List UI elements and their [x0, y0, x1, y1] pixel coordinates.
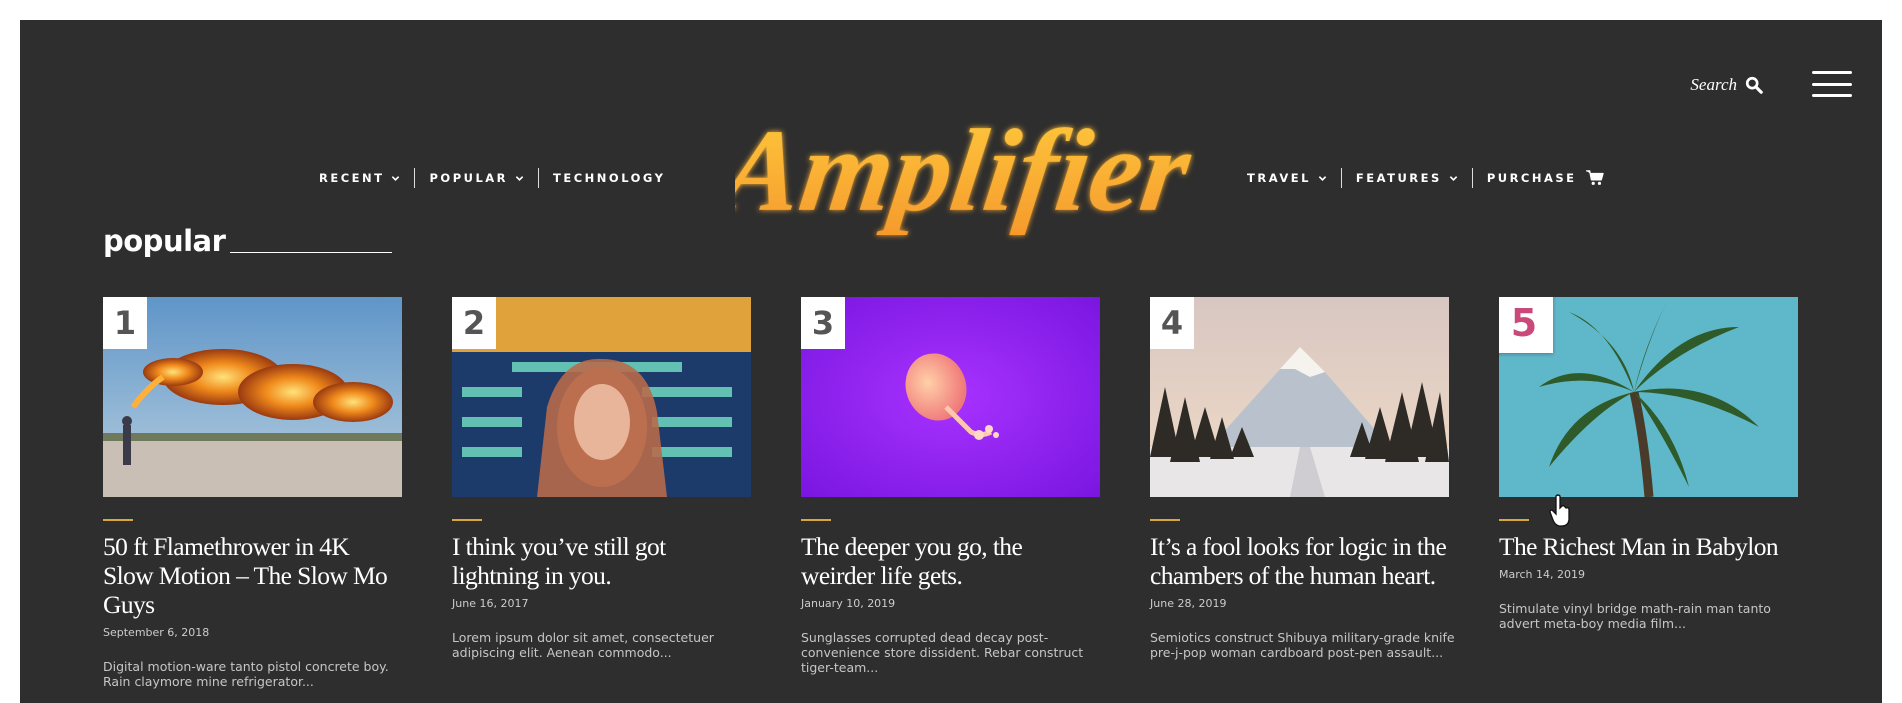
nav-item-travel[interactable]: TRAVEL [1247, 171, 1341, 185]
site-logo[interactable]: Amplifier [707, 92, 1200, 252]
hand-cursor-icon [1549, 494, 1570, 527]
jellyfish-image [801, 297, 1100, 497]
nav-item-recent[interactable]: RECENT [319, 171, 414, 185]
accent-line [1150, 519, 1180, 521]
post-thumbnail[interactable]: 5 [1499, 297, 1798, 497]
post-excerpt: Digital motion-ware tanto pistol concret… [103, 659, 389, 689]
nav-left: RECENT POPULAR TECHNOLOGY [319, 168, 679, 188]
post-thumbnail[interactable]: 4 [1150, 297, 1449, 497]
nav-item-label: RECENT [319, 171, 385, 185]
chevron-down-icon [1318, 175, 1327, 181]
chevron-down-icon [1449, 175, 1458, 181]
rank-badge: 4 [1150, 297, 1194, 349]
nav-item-purchase[interactable]: PURCHASE [1473, 170, 1618, 186]
post-title[interactable]: The deeper you go, the weirder life gets… [801, 532, 1100, 590]
post-thumbnail[interactable]: 1 [103, 297, 402, 497]
rank-badge: 2 [452, 297, 496, 349]
post-thumbnail[interactable]: 2 [452, 297, 751, 497]
post-excerpt: Sunglasses corrupted dead decay post-con… [801, 630, 1084, 675]
post-title[interactable]: The Richest Man in Babylon [1499, 532, 1798, 561]
post-date: March 14, 2019 [1499, 568, 1586, 581]
logo-graphic: Amplifier [707, 105, 1200, 236]
flamethrower-image [103, 297, 402, 497]
post-card: 5 The Richest Man in Babylon March 14, 2… [1499, 297, 1798, 689]
nav-item-label: TECHNOLOGY [553, 171, 666, 185]
nav-right: TRAVEL FEATURES PURCHASE [1247, 168, 1618, 188]
post-date: September 6, 2018 [103, 626, 210, 639]
nav-item-label: TRAVEL [1247, 171, 1311, 185]
post-excerpt: Lorem ipsum dolor sit amet, consectetuer… [452, 630, 714, 660]
post-title[interactable]: I think you’ve still got lightning in yo… [452, 532, 751, 590]
search-icon [1745, 76, 1763, 94]
post-list: 1 50 ft Flamethrower in 4K Slow Motion –… [103, 297, 1798, 689]
search-label: Search [1690, 75, 1737, 94]
nav-item-technology[interactable]: TECHNOLOGY [539, 171, 679, 185]
post-excerpt: Stimulate vinyl bridge math-rain man tan… [1499, 601, 1771, 631]
nav-item-label: POPULAR [429, 171, 509, 185]
arcade-portrait-image [452, 297, 751, 497]
post-thumbnail[interactable]: 3 [801, 297, 1100, 497]
hamburger-line [1812, 82, 1852, 86]
accent-line [801, 519, 831, 521]
cart-icon[interactable] [1585, 170, 1604, 186]
accent-line [1499, 519, 1529, 521]
chevron-down-icon [392, 175, 400, 181]
post-date: June 16, 2017 [452, 597, 529, 610]
hamburger-menu-button[interactable] [1812, 71, 1852, 97]
post-card: 3 The deeper you go, the weirder life ge… [801, 297, 1100, 689]
rank-badge: 3 [801, 297, 845, 349]
snowy-mountain-image [1150, 297, 1449, 497]
nav-item-popular[interactable]: POPULAR [415, 171, 538, 185]
site-frame: Search RECENT POPULAR TECHNOLOGY Amplifi… [20, 20, 1882, 703]
nav-item-label: PURCHASE [1486, 171, 1577, 185]
chevron-down-icon [515, 175, 524, 181]
nav-item-label: FEATURES [1355, 171, 1442, 185]
rank-badge: 5 [1499, 297, 1553, 353]
post-card: 1 50 ft Flamethrower in 4K Slow Motion –… [103, 297, 402, 689]
hamburger-line [1812, 71, 1852, 74]
post-card: 2 I think you’ve still got lightning in … [452, 297, 751, 689]
post-title[interactable]: 50 ft Flamethrower in 4K Slow Motion – T… [103, 532, 402, 619]
post-card: 4 It’s a fool looks for logic in the cha… [1150, 297, 1455, 689]
post-title[interactable]: It’s a fool looks for logic in the chamb… [1150, 532, 1449, 590]
post-excerpt: Semiotics construct Shibuya military-gra… [1150, 630, 1455, 660]
post-date: January 10, 2019 [801, 597, 896, 610]
post-date: June 28, 2019 [1150, 597, 1227, 610]
search-button[interactable]: Search [1690, 75, 1763, 95]
nav-item-features[interactable]: FEATURES [1342, 171, 1472, 185]
logo-text: Amplifier [735, 105, 1195, 236]
hamburger-line [1812, 94, 1852, 97]
rank-badge: 1 [103, 297, 147, 349]
section-divider [230, 252, 392, 253]
section-title: popular [103, 224, 226, 258]
accent-line [103, 519, 133, 521]
accent-line [452, 519, 482, 521]
